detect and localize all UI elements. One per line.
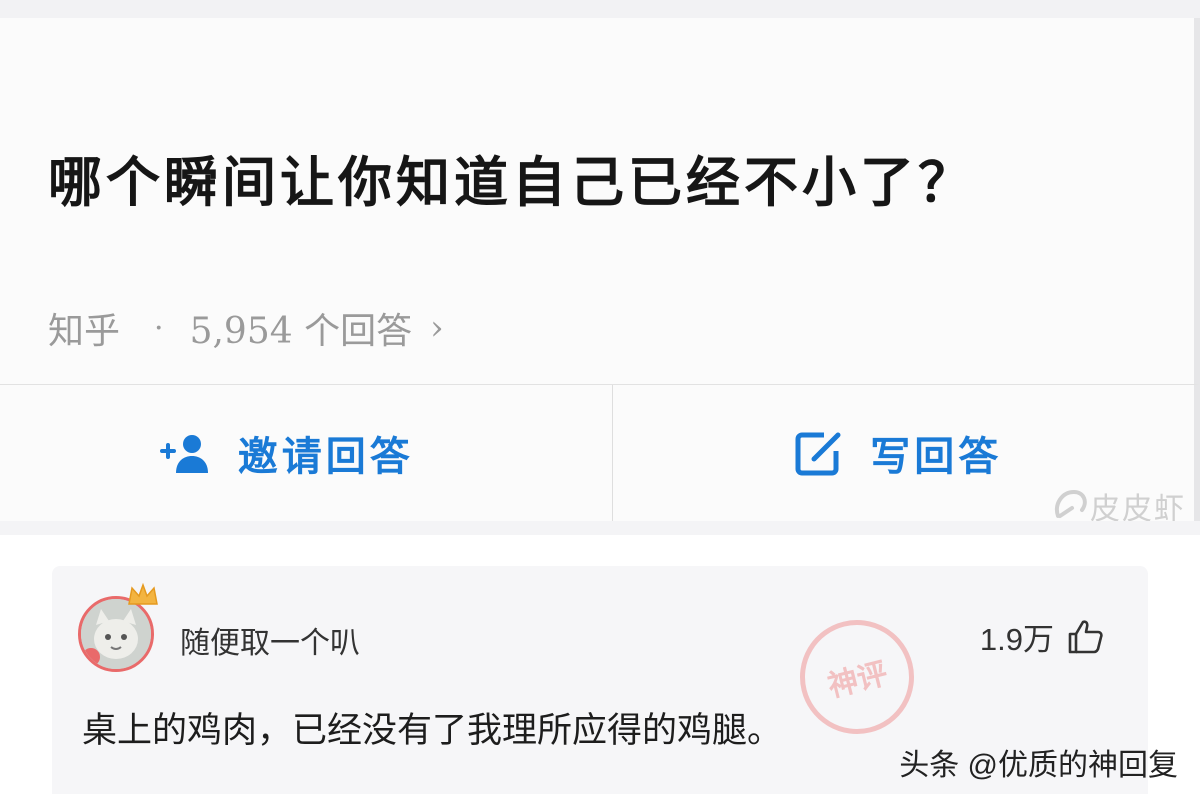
edit-icon xyxy=(795,432,841,476)
question-meta[interactable]: 知乎 · 5,954 个回答 › xyxy=(48,302,444,354)
section-divider xyxy=(0,521,1200,535)
crown-icon xyxy=(128,582,158,605)
question-card: 哪个瞬间让你知道自己已经不小了？ 知乎 · 5,954 个回答 › xyxy=(0,18,1200,384)
cat-face-icon xyxy=(81,599,151,669)
thumbs-up-icon xyxy=(1068,619,1103,653)
chevron-right-icon: › xyxy=(430,308,444,348)
source-label: 知乎 xyxy=(48,311,121,352)
source-tag: 头条 @优质的神回复 xyxy=(899,749,1178,782)
answer-text: 桌上的鸡肉，已经没有了我理所应得的鸡腿。 xyxy=(82,711,783,750)
invite-answer-button[interactable]: 邀请回答 xyxy=(0,385,612,521)
top-comment-stamp: 神评 xyxy=(787,607,927,747)
write-answer-label: 写回答 xyxy=(870,433,1003,480)
add-user-icon xyxy=(159,435,208,473)
shrimp-logo-icon xyxy=(1055,489,1087,518)
invite-answer-label: 邀请回答 xyxy=(237,433,414,480)
question-title[interactable]: 哪个瞬间让你知道自己已经不小了？ xyxy=(48,138,1148,217)
avatar[interactable] xyxy=(78,582,162,674)
top-strip xyxy=(0,0,1200,18)
meta-separator: · xyxy=(154,310,164,346)
like-button[interactable]: 1.9万 xyxy=(980,614,1104,659)
username[interactable]: 随便取一个叭 xyxy=(180,618,360,662)
answer-count: 5,954 个回答 xyxy=(189,311,413,352)
like-count: 1.9万 xyxy=(979,622,1054,657)
action-bar: 邀请回答 写回答 xyxy=(0,384,1200,522)
